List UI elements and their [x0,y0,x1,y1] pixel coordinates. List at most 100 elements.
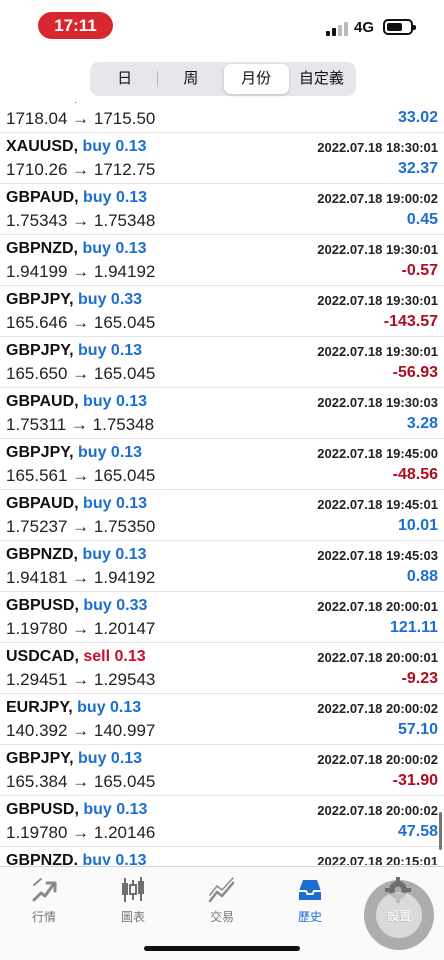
trade-row[interactable]: EURJPY, buy 0.13 2022.07.18 20:00:02 140.3… [0,694,444,745]
trade-row[interactable]: GBPNZD, buy 0.13 2022.07.18 19:30:01 1.941… [0,235,444,286]
segment-week[interactable]: 周 [158,64,223,94]
symbol-label: GBPAUD, [6,393,84,410]
trade-prices: 165.650 → 165.045 [6,364,156,383]
assistive-touch-label: 設置 [386,909,411,923]
trade-prices: 1.19780 → 1.20147 [6,619,156,638]
trade-side: buy 0.13 [82,138,147,155]
symbol-label: GBPNZD, [6,546,83,563]
tab-trade[interactable]: 交易 [182,875,262,935]
trade-side: buy 0.13 [82,852,147,865]
trade-datetime: 2022.07.18 20:00:02 [317,701,438,716]
symbol-label: GBPNZD, [6,852,83,865]
trade-profit: -143.57 [383,313,438,330]
trade-profit: -56.93 [392,364,438,381]
trade-history-list[interactable]: XAUUSD, sell 0.13 1718.04 → 1715.50 33.02 X… [0,90,444,865]
trade-row[interactable]: USDCAD, sell 0.13 2022.07.18 20:00:01 1.29… [0,643,444,694]
trade-prices: 165.384 → 165.045 [6,772,156,791]
trade-side: buy 0.13 [78,444,143,461]
trade-symbol: USDCAD, sell 0.13 [6,648,146,666]
symbol-label: GBPNZD, [6,240,83,257]
trade-side: buy 0.13 [83,189,148,206]
trade-datetime: 2022.07.18 19:45:01 [317,497,438,512]
trade-profit: 10.01 [397,517,438,534]
symbol-label: USDCAD, [6,648,84,665]
trade-row[interactable]: GBPJPY, buy 0.33 2022.07.18 19:30:01 165.6… [0,286,444,337]
tab-label: 歷史 [297,910,322,924]
trade-symbol: GBPAUD, buy 0.13 [6,189,147,207]
symbol-label: GBPJPY, [6,444,79,461]
trade-row[interactable]: GBPNZD, buy 0.13 2022.07.18 19:45:03 1.941… [0,541,444,592]
trade-prices: 165.561 → 165.045 [6,466,156,485]
trade-row[interactable]: GBPJPY, buy 0.13 2022.07.18 20:00:02 165.3… [0,745,444,796]
trade-side: buy 0.33 [83,597,148,614]
trade-profit: 47.58 [397,823,438,840]
trade-datetime: 2022.07.18 19:30:01 [317,242,438,257]
trade-prices: 140.392 → 140.997 [6,721,156,740]
trade-profit: 57.10 [397,721,438,738]
trade-symbol: EURJPY, buy 0.13 [6,699,141,717]
trade-profit: 32.37 [397,160,438,177]
trade-prices: 1718.04 → 1715.50 [6,109,156,128]
trade-datetime: 2022.07.18 19:45:03 [317,548,438,563]
battery-icon [383,19,416,35]
trade-datetime: 2022.07.18 19:45:00 [317,446,438,461]
trade-row[interactable]: GBPUSD, buy 0.33 2022.07.18 20:00:01 1.197… [0,592,444,643]
cellular-signal-icon [326,22,348,36]
trade-profit: -9.23 [401,670,438,687]
trade-prices: 1.94181 → 1.94192 [6,568,156,587]
trade-row[interactable]: GBPJPY, buy 0.13 2022.07.18 19:45:00 165.5… [0,439,444,490]
trade-row[interactable]: GBPAUD, buy 0.13 2022.07.18 19:30:03 1.753… [0,388,444,439]
segment-month[interactable]: 月份 [223,64,289,94]
symbol-label: GBPUSD, [6,597,84,614]
trade-row[interactable]: GBPUSD, buy 0.13 2022.07.18 20:00:02 1.197… [0,796,444,847]
symbol-label: GBPJPY, [6,750,79,767]
trade-history-rows: XAUUSD, sell 0.13 1718.04 → 1715.50 33.02 X… [0,90,444,865]
segment-custom[interactable]: 自定義 [289,64,354,94]
candlestick-chart-icon [122,877,144,902]
assistive-touch-button[interactable]: 設置 [364,880,434,950]
tab-quotes[interactable]: 行情 [4,875,84,935]
trade-side: buy 0.33 [78,291,143,308]
trade-profit: 0.88 [406,568,438,585]
trade-symbol: GBPNZD, buy 0.13 [6,546,146,564]
trade-prices: 1.94199 → 1.94192 [6,262,156,281]
trade-datetime: 2022.07.18 19:30:01 [317,293,438,308]
symbol-label: GBPJPY, [6,342,79,359]
symbol-label: GBPJPY, [6,291,79,308]
trade-side: buy 0.13 [83,801,148,818]
trade-profit: 0.45 [406,211,438,228]
status-bar: 17:11 4G [0,0,444,56]
trade-profit: 121.11 [389,619,438,636]
tab-chart[interactable]: 圖表 [93,875,173,935]
trade-prices: 1.19780 → 1.20146 [6,823,156,842]
trade-side: buy 0.13 [82,546,147,563]
status-time[interactable]: 17:11 [38,12,113,39]
scroll-indicator[interactable] [439,812,442,850]
symbol-label: GBPAUD, [6,495,84,512]
trade-row[interactable]: XAUUSD, buy 0.13 2022.07.18 18:30:01 1710.… [0,133,444,184]
trade-row[interactable]: GBPAUD, buy 0.13 2022.07.18 19:00:02 1.753… [0,184,444,235]
trade-prices: 1710.26 → 1712.75 [6,160,156,179]
battery-level [387,23,403,31]
trade-row[interactable]: GBPJPY, buy 0.13 2022.07.18 19:30:01 165.6… [0,337,444,388]
trade-symbol: XAUUSD, buy 0.13 [6,138,146,156]
home-indicator[interactable] [144,946,300,951]
trade-symbol: GBPJPY, buy 0.13 [6,750,142,768]
trade-profit: 33.02 [397,109,438,126]
tab-history[interactable]: 歷史 [270,875,350,935]
trade-side: buy 0.13 [78,342,143,359]
tab-label: 行情 [31,910,56,924]
trade-symbol: GBPNZD, buy 0.13 [6,852,146,865]
period-segmented-control: 日 周 月份 自定義 [90,62,356,96]
trade-datetime: 2022.07.18 20:15:01 [317,854,438,865]
trade-prices: 165.646 → 165.045 [6,313,156,332]
trade-row[interactable]: GBPNZD, buy 0.13 2022.07.18 20:15:01 [0,847,444,865]
trade-datetime: 2022.07.18 20:00:01 [317,599,438,614]
trade-prices: 1.29451 → 1.29543 [6,670,156,689]
trade-row[interactable]: GBPAUD, buy 0.13 2022.07.18 19:45:01 1.752… [0,490,444,541]
trade-symbol: GBPJPY, buy 0.13 [6,342,142,360]
trade-profit: -0.57 [401,262,438,279]
trade-symbol: GBPUSD, buy 0.33 [6,597,147,615]
trade-datetime: 2022.07.18 18:30:01 [317,140,438,155]
segment-day[interactable]: 日 [92,64,157,94]
